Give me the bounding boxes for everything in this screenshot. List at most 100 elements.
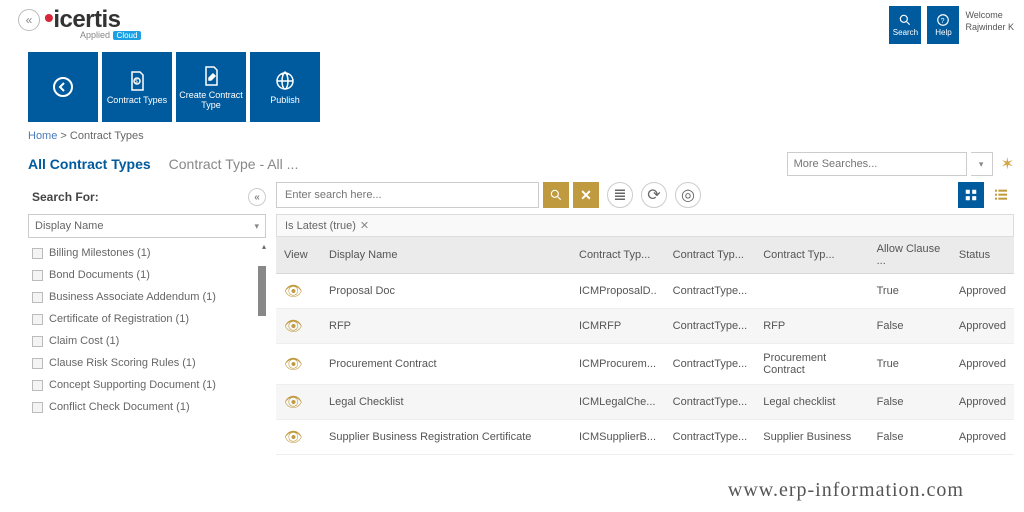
svg-text:$: $ [135,79,138,85]
collapse-panel-button[interactable]: « [248,188,266,206]
filter-chip[interactable]: Is Latest (true) [285,220,356,232]
cell-display-name: RFP [321,309,571,344]
list-item[interactable]: Bond Documents (1) [28,264,266,286]
help-button[interactable]: ? Help [927,6,959,44]
cell-status: Approved [951,309,1014,344]
tab-contract-type-all[interactable]: Contract Type - All ... [169,156,299,172]
checkbox-icon[interactable] [32,358,43,369]
global-search-button[interactable]: Search [889,6,921,44]
more-searches-input[interactable] [787,152,967,176]
more-searches-dropdown[interactable]: ▾ [971,152,993,176]
breadcrumb-home[interactable]: Home [28,130,57,142]
view-icon[interactable]: 👁 [284,318,303,335]
filter-chip-remove[interactable]: ✕ [360,219,369,232]
cell-ct3: Procurement Contract [755,344,868,385]
view-icon[interactable]: 👁 [284,429,303,446]
col-ct-1[interactable]: Contract Typ... [571,237,665,274]
cell-allow: False [869,309,951,344]
tile-back[interactable] [28,52,98,122]
refresh-icon[interactable]: ⟳ [641,182,667,208]
checkbox-icon[interactable] [32,336,43,347]
view-icon[interactable]: 👁 [284,283,303,300]
cell-ct3: Legal checklist [755,385,868,420]
cell-display-name: Supplier Business Registration Certifica… [321,420,571,455]
checkbox-icon[interactable] [32,270,43,281]
col-allow[interactable]: Allow Clause ... [869,237,951,274]
cell-ct1: ICMProcurem... [571,344,665,385]
cell-allow: True [869,344,951,385]
clear-search-button[interactable]: ✕ [573,182,599,208]
table-row[interactable]: 👁RFPICMRFPContractType...RFPFalseApprove… [276,309,1014,344]
nav-back-circle[interactable]: « [18,9,40,31]
cell-display-name: Legal Checklist [321,385,571,420]
table-row[interactable]: 👁Legal ChecklistICMLegalChe...ContractTy… [276,385,1014,420]
tile-contract-types[interactable]: $ Contract Types [102,52,172,122]
cell-ct1: ICMSupplierB... [571,420,665,455]
cell-allow: False [869,385,951,420]
cell-allow: True [869,274,951,309]
breadcrumb-current: Contract Types [70,130,144,142]
list-item[interactable]: Certificate of Registration (1) [28,308,266,330]
scroll-up-arrow[interactable]: ▴ [262,242,266,251]
col-display-name[interactable]: Display Name [321,237,571,274]
tile-create-contract-type[interactable]: Create Contract Type [176,52,246,122]
col-ct-2[interactable]: Contract Typ... [665,237,756,274]
cell-status: Approved [951,420,1014,455]
col-view[interactable]: View [276,237,321,274]
cell-ct2: ContractType... [665,385,756,420]
cell-display-name: Procurement Contract [321,344,571,385]
cell-ct3: Supplier Business [755,420,868,455]
search-for-label: Search For: [32,190,99,204]
search-button[interactable] [543,182,569,208]
watermark: www.erp-information.com [728,479,964,502]
facet-list: ▴ Billing Milestones (1) Bond Documents … [28,242,266,455]
checkbox-icon[interactable] [32,314,43,325]
cell-ct1: ICMRFP [571,309,665,344]
svg-text:?: ? [941,18,945,25]
display-name-dropdown[interactable]: Display Name ▾ [28,214,266,238]
cell-ct2: ContractType... [665,274,756,309]
cell-ct2: ContractType... [665,309,756,344]
cell-status: Approved [951,344,1014,385]
cell-ct3 [755,274,868,309]
cell-status: Approved [951,274,1014,309]
col-ct-3[interactable]: Contract Typ... [755,237,868,274]
contract-types-table: View Display Name Contract Typ... Contra… [276,237,1014,455]
list-item[interactable]: Conflict Check Document (1) [28,396,266,418]
col-status[interactable]: Status [951,237,1014,274]
cell-ct2: ContractType... [665,344,756,385]
tab-all-contract-types[interactable]: All Contract Types [28,156,151,172]
tile-publish[interactable]: Publish [250,52,320,122]
tile-contract-types-label: Contract Types [107,96,167,106]
list-item[interactable]: Concept Supporting Document (1) [28,374,266,396]
list-item[interactable]: Business Associate Addendum (1) [28,286,266,308]
view-icon[interactable]: 👁 [284,394,303,411]
view-icon[interactable]: 👁 [284,356,303,373]
checkbox-icon[interactable] [32,292,43,303]
toolbar-icon-3[interactable]: ◎ [675,182,701,208]
checkbox-icon[interactable] [32,380,43,391]
logo-tagline: Applied Cloud [80,30,141,40]
table-row[interactable]: 👁 Supplier Business Registration Certific… [276,420,1014,455]
checkbox-icon[interactable] [32,248,43,259]
welcome-block: Welcome Rajwinder K [965,6,1014,33]
toolbar-icon-1[interactable]: ≣ [607,182,633,208]
cell-ct1: ICMProposalD.. [571,274,665,309]
cell-display-name: Proposal Doc [321,274,571,309]
tile-create-label: Create Contract Type [176,91,246,111]
checkbox-icon[interactable] [32,402,43,413]
table-row[interactable]: 👁Procurement ContractICMProcurem...Contr… [276,344,1014,385]
tile-publish-label: Publish [270,96,300,106]
table-row[interactable]: 👁 Proposal DocICMProposalD..ContractType.… [276,274,1014,309]
list-item[interactable]: Clause Risk Scoring Rules (1) [28,352,266,374]
grid-search-input[interactable] [276,182,539,208]
cell-ct2: ContractType... [665,420,756,455]
scrollbar-thumb[interactable] [258,266,266,316]
view-list-button[interactable] [988,182,1014,208]
chevron-down-icon: ▾ [254,221,259,232]
list-item[interactable]: Billing Milestones (1) [28,242,266,264]
favorite-star-icon[interactable]: ✶ [1001,154,1014,174]
list-item[interactable]: Claim Cost (1) [28,330,266,352]
view-grid-button[interactable] [958,182,984,208]
cell-ct3: RFP [755,309,868,344]
